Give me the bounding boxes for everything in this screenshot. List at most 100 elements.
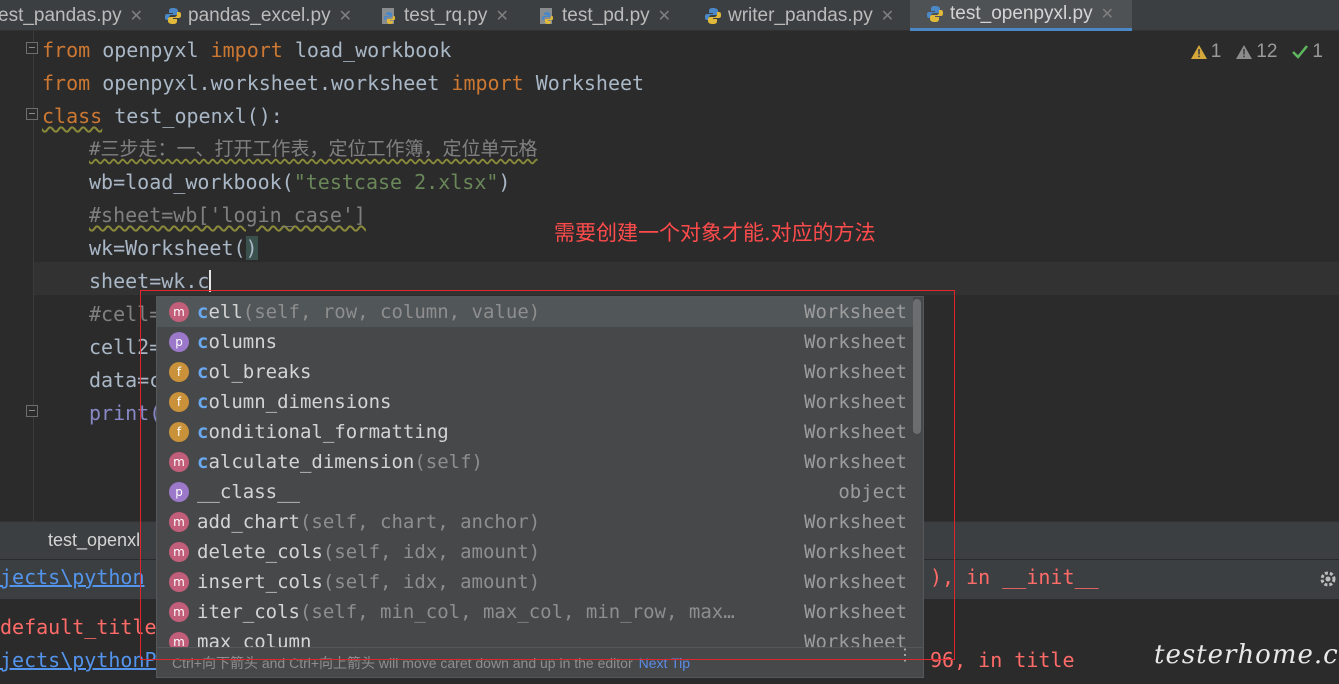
completion-name: conditional_formatting	[197, 421, 449, 443]
completion-owner: Worksheet	[804, 541, 907, 563]
completion-footer: Ctrl+向下箭头 and Ctrl+向上箭头 will move caret …	[157, 647, 923, 677]
completion-rest: add_chart	[197, 511, 300, 533]
completion-name: insert_cols	[197, 571, 323, 593]
console-link[interactable]: jects\pythonPr	[0, 648, 169, 672]
completion-item[interactable]: m delete_cols (self, idx, amount) Worksheet	[157, 537, 913, 567]
code-line-6: #sheet=wb['login_case']	[89, 203, 366, 227]
completion-rest: ell	[208, 301, 243, 323]
editor-tab-bar: est_pandas.py ✕ pandas_excel.py ✕ test_r…	[0, 0, 1339, 31]
method-icon: m	[169, 602, 189, 622]
tab-test-openpyxl[interactable]: test_openpyxl.py ✕	[910, 0, 1132, 31]
completion-item[interactable]: m calculate_dimension (self) Worksheet	[157, 447, 913, 477]
completion-name: column_dimensions	[197, 391, 391, 413]
text-caret	[209, 270, 212, 292]
fold-icon[interactable]	[26, 42, 38, 54]
completion-name: calculate_dimension	[197, 451, 414, 473]
close-icon[interactable]: ✕	[495, 6, 508, 26]
popup-scrollbar[interactable]	[913, 299, 921, 434]
completion-item[interactable]: f col_breaks Worksheet	[157, 357, 913, 387]
completion-owner: Worksheet	[804, 391, 907, 413]
field-icon: f	[169, 422, 189, 442]
more-options-icon[interactable]: ⋮	[897, 648, 913, 664]
warning-icon	[1190, 45, 1207, 59]
field-icon: f	[169, 392, 189, 412]
footer-hint: Ctrl+向下箭头 and Ctrl+向上箭头 will move caret …	[172, 655, 633, 671]
completion-match: c	[197, 331, 209, 353]
completion-rest: olumns	[208, 331, 278, 353]
code-line-1: from openpyxl import load_workbook	[42, 38, 452, 62]
run-tab-test-openxl[interactable]: test_openxl	[48, 530, 140, 551]
completion-name: col_breaks	[197, 361, 311, 383]
ok-count[interactable]: 1	[1291, 41, 1323, 63]
tab-label: est_pandas.py	[0, 4, 122, 26]
code-line-4: #三步走：一、打开工作表，定位工作簿，定位单元格	[89, 138, 538, 160]
completion-owner: Worksheet	[804, 511, 907, 533]
code-line-9: #cell=	[89, 302, 162, 326]
gear-icon[interactable]	[1319, 570, 1337, 588]
completion-item[interactable]: f conditional_formatting Worksheet	[157, 417, 913, 447]
method-icon: m	[169, 572, 189, 592]
completion-params: (self, chart, anchor)	[299, 511, 541, 533]
completion-rest: ol_breaks	[208, 361, 312, 383]
completion-params: (self, idx, amount)	[322, 541, 541, 563]
completion-name: __class__	[197, 481, 300, 503]
completion-item[interactable]: f column_dimensions Worksheet	[157, 387, 913, 417]
completion-item[interactable]: m cell (self, row, column, value) Worksheet	[157, 297, 913, 327]
close-icon[interactable]: ✕	[130, 6, 143, 26]
close-icon[interactable]: ✕	[1101, 4, 1114, 24]
completion-name: delete_cols	[197, 541, 323, 563]
code-line-11: data=c	[89, 368, 162, 392]
check-icon	[1292, 45, 1309, 59]
console-link[interactable]: jects\python	[0, 565, 145, 589]
code-completion-popup[interactable]: m cell (self, row, column, value) Worksheet…	[156, 296, 924, 678]
completion-rest: iter_cols	[197, 601, 300, 623]
completion-match: c	[197, 451, 209, 473]
method-icon: m	[169, 452, 189, 472]
completion-match: c	[197, 301, 209, 323]
completion-item[interactable]: p columns Worksheet	[157, 327, 913, 357]
python-file-icon	[164, 7, 182, 25]
completion-item[interactable]: m add_chart (self, chart, anchor) Worksheet	[157, 507, 913, 537]
tab-label: writer_pandas.py	[728, 4, 873, 26]
completion-match: c	[197, 421, 209, 443]
method-icon: m	[169, 542, 189, 562]
close-icon[interactable]: ✕	[339, 6, 352, 26]
completion-rest: onditional_formatting	[208, 421, 449, 443]
python-file-icon	[380, 7, 398, 25]
completion-rest: delete_cols	[197, 541, 323, 563]
completion-item[interactable]: m insert_cols (self, idx, amount) Worksheet	[157, 567, 913, 597]
weak-warning-count[interactable]: 12	[1235, 41, 1277, 63]
inspection-widget[interactable]: 1 12 1	[1190, 41, 1323, 63]
completion-owner: Worksheet	[804, 601, 907, 623]
completion-params: (self, idx, amount)	[322, 571, 541, 593]
python-file-icon	[926, 5, 944, 23]
tab-test-pd[interactable]: test_pd.py ✕	[538, 0, 671, 31]
completion-params: (self, row, column, value)	[242, 301, 541, 323]
code-line-12: print(	[89, 401, 162, 425]
completion-item[interactable]: p __class__ object	[157, 477, 913, 507]
weak-warning-icon	[1236, 45, 1253, 59]
method-icon: m	[169, 512, 189, 532]
tab-writer-pandas[interactable]: writer_pandas.py ✕	[704, 0, 894, 31]
completion-owner: Worksheet	[804, 421, 907, 443]
tab-label: test_rq.py	[404, 4, 488, 26]
tab-test-pandas[interactable]: est_pandas.py ✕	[0, 0, 143, 31]
tab-test-rq[interactable]: test_rq.py ✕	[380, 0, 509, 31]
tab-pandas-excel[interactable]: pandas_excel.py ✕	[164, 0, 352, 31]
completion-owner: object	[838, 481, 907, 503]
current-line-highlight	[34, 262, 1339, 295]
next-tip-link[interactable]: Next Tip	[639, 655, 690, 671]
completion-name: columns	[197, 331, 277, 353]
completion-item[interactable]: m iter_cols (self, min_col, max_col, min_r…	[157, 597, 913, 627]
fold-icon[interactable]	[26, 405, 38, 417]
close-icon[interactable]: ✕	[881, 6, 894, 26]
close-icon[interactable]: ✕	[658, 6, 671, 26]
warning-count[interactable]: 1	[1190, 41, 1221, 63]
completion-owner: Worksheet	[804, 451, 907, 473]
red-annotation-note: 需要创建一个对象才能.对应的方法	[554, 221, 876, 245]
python-file-icon	[538, 7, 556, 25]
fold-icon[interactable]	[26, 108, 38, 120]
method-icon: m	[169, 302, 189, 322]
code-line-5: wb=load_workbook("testcase 2.xlsx")	[89, 170, 511, 194]
watermark: testerhome.com	[1154, 640, 1339, 670]
